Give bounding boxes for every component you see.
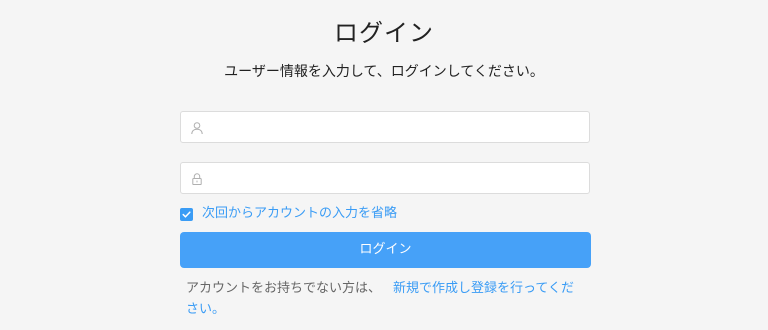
remember-me[interactable]: 次回からアカウントの入力を省略 <box>180 205 397 223</box>
password-input[interactable] <box>211 163 585 195</box>
register-prefix: アカウントをお持ちでない方は、 <box>186 281 382 296</box>
page-title: ログイン <box>334 19 434 47</box>
lock-icon <box>190 171 204 185</box>
login-button[interactable]: ログイン <box>180 232 591 268</box>
user-icon <box>190 120 204 135</box>
login-page: ログイン ユーザー情報を入力して、ログインしてください。 次回からアカウントの入… <box>0 0 768 330</box>
register-prompt: アカウントをお持ちでない方は、 新規で作成し登録を行ってください。 <box>186 278 586 320</box>
remember-checkbox[interactable] <box>180 207 193 221</box>
username-input[interactable] <box>211 112 585 144</box>
username-field[interactable] <box>180 111 590 144</box>
password-field[interactable] <box>180 162 590 195</box>
remember-label[interactable]: 次回からアカウントの入力を省略 <box>202 205 397 223</box>
page-subtitle: ユーザー情報を入力して、ログインしてください。 <box>224 64 544 80</box>
check-icon <box>182 210 191 218</box>
